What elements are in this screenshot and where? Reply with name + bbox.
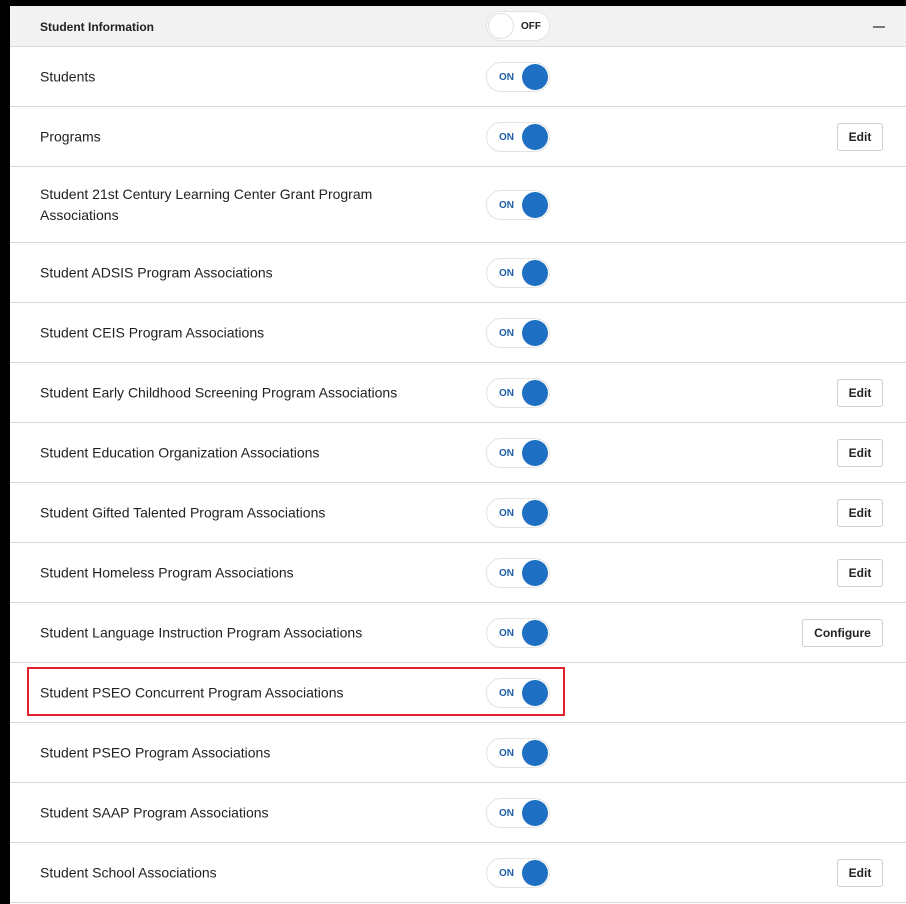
toggle-state-label: ON — [499, 131, 514, 143]
list-item: Student Education Organization Associati… — [10, 423, 906, 483]
window-frame-left — [0, 0, 10, 904]
resource-label: Student Gifted Talented Program Associat… — [40, 504, 326, 520]
section-title: Student Information — [40, 20, 154, 34]
resource-label: Student 21st Century Learning Center Gra… — [40, 185, 373, 223]
resource-label: Student PSEO Program Associations — [40, 744, 271, 760]
edit-button[interactable]: Edit — [837, 378, 883, 407]
resource-toggle[interactable]: ON — [486, 121, 550, 152]
toggle-knob — [522, 619, 548, 646]
edit-button[interactable]: Edit — [837, 858, 883, 887]
toggle-knob — [522, 123, 548, 150]
toggle-state-label: OFF — [521, 21, 541, 32]
toggle-state-label: ON — [499, 867, 514, 879]
resource-label: Students — [40, 68, 96, 84]
resource-toggle[interactable]: ON — [486, 557, 550, 588]
toggle-knob — [522, 859, 548, 886]
list-item: Student PSEO Program Associations ON — [10, 723, 906, 783]
toggle-knob — [522, 319, 548, 346]
resource-toggle[interactable]: ON — [486, 617, 550, 648]
toggle-state-label: ON — [499, 267, 514, 279]
edit-button[interactable]: Edit — [837, 558, 883, 587]
list-item: Students ON — [10, 47, 906, 107]
resource-label: Student ADSIS Program Associations — [40, 264, 273, 280]
section-header: Student Information OFF — [10, 6, 906, 47]
resource-label: Student School Associations — [40, 864, 217, 880]
edit-button[interactable]: Edit — [837, 498, 883, 527]
resource-label: Student Education Organization Associati… — [40, 444, 320, 460]
toggle-state-label: ON — [499, 627, 514, 639]
list-item: Programs ON Edit — [10, 107, 906, 167]
resource-label: Programs — [40, 128, 101, 144]
section-toggle[interactable]: OFF — [486, 11, 550, 41]
resource-label: Student SAAP Program Associations — [40, 804, 269, 820]
toggle-knob — [522, 559, 548, 586]
toggle-knob — [488, 13, 514, 39]
list-item: Student SAAP Program Associations ON — [10, 783, 906, 843]
resource-toggle[interactable]: ON — [486, 437, 550, 468]
toggle-knob — [522, 379, 548, 406]
resource-label: Student CEIS Program Associations — [40, 324, 265, 340]
toggle-state-label: ON — [499, 387, 514, 399]
toggle-state-label: ON — [499, 327, 514, 339]
list-item: Student CEIS Program Associations ON — [10, 303, 906, 363]
toggle-knob — [522, 499, 548, 526]
resource-toggle[interactable]: ON — [486, 61, 550, 92]
resource-toggle[interactable]: ON — [486, 677, 550, 708]
resource-label: Student Language Instruction Program Ass… — [40, 624, 363, 640]
resource-label: Student PSEO Concurrent Program Associat… — [40, 684, 344, 700]
toggle-knob — [522, 439, 548, 466]
resource-label: Student Early Childhood Screening Progra… — [40, 384, 398, 400]
minus-icon[interactable] — [872, 19, 886, 33]
resource-toggle[interactable]: ON — [486, 257, 550, 288]
student-information-panel: Student Information OFF Students ON Prog… — [10, 6, 906, 904]
toggle-state-label: ON — [499, 71, 514, 83]
resource-list: Students ON Programs ON Edit Student 21s… — [10, 47, 906, 903]
toggle-knob — [522, 739, 548, 766]
list-item: Student Homeless Program Associations ON… — [10, 543, 906, 603]
toggle-knob — [522, 799, 548, 826]
resource-toggle[interactable]: ON — [486, 377, 550, 408]
toggle-state-label: ON — [499, 807, 514, 819]
list-item: Student ADSIS Program Associations ON — [10, 243, 906, 303]
list-item: Student Language Instruction Program Ass… — [10, 603, 906, 663]
resource-toggle[interactable]: ON — [486, 317, 550, 348]
toggle-state-label: ON — [499, 507, 514, 519]
resource-toggle[interactable]: ON — [486, 189, 550, 220]
toggle-knob — [522, 63, 548, 90]
edit-button[interactable]: Edit — [837, 438, 883, 467]
list-item: Student PSEO Concurrent Program Associat… — [10, 663, 906, 723]
toggle-knob — [522, 259, 548, 286]
toggle-knob — [522, 191, 548, 218]
toggle-state-label: ON — [499, 567, 514, 579]
toggle-knob — [522, 679, 548, 706]
toggle-state-label: ON — [499, 687, 514, 699]
configure-button[interactable]: Configure — [802, 618, 883, 647]
toggle-state-label: ON — [499, 199, 514, 211]
list-item: Student School Associations ON Edit — [10, 843, 906, 903]
edit-button[interactable]: Edit — [837, 122, 883, 151]
resource-toggle[interactable]: ON — [486, 857, 550, 888]
resource-toggle[interactable]: ON — [486, 497, 550, 528]
toggle-state-label: ON — [499, 447, 514, 459]
resource-label: Student Homeless Program Associations — [40, 564, 294, 580]
list-item: Student 21st Century Learning Center Gra… — [10, 167, 906, 243]
list-item: Student Gifted Talented Program Associat… — [10, 483, 906, 543]
resource-toggle[interactable]: ON — [486, 797, 550, 828]
toggle-state-label: ON — [499, 747, 514, 759]
list-item: Student Early Childhood Screening Progra… — [10, 363, 906, 423]
resource-toggle[interactable]: ON — [486, 737, 550, 768]
